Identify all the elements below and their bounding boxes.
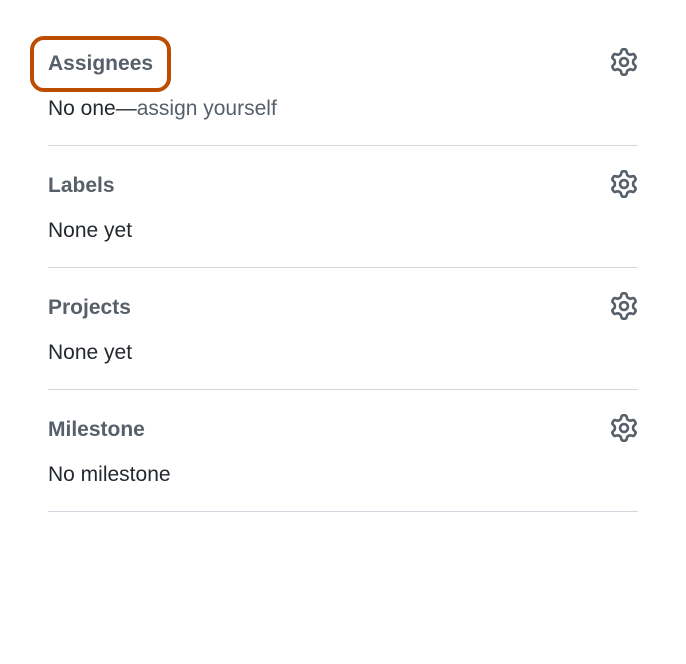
assignees-empty-prefix: No one— xyxy=(48,97,137,120)
labels-section: Labels None yet xyxy=(48,146,638,268)
gear-icon xyxy=(610,414,638,445)
gear-icon xyxy=(610,292,638,323)
milestone-section: Milestone No milestone xyxy=(48,390,638,512)
projects-body: None yet xyxy=(48,341,638,365)
assignees-gear-button[interactable] xyxy=(610,48,638,79)
projects-gear-button[interactable] xyxy=(610,292,638,323)
milestone-header: Milestone xyxy=(48,414,638,445)
labels-header: Labels xyxy=(48,170,638,201)
milestone-gear-button[interactable] xyxy=(610,414,638,445)
labels-gear-button[interactable] xyxy=(610,170,638,201)
assignees-section: Assignees No one—assign yourself xyxy=(48,40,638,146)
milestone-body: No milestone xyxy=(48,463,638,487)
projects-title: Projects xyxy=(48,296,131,320)
gear-icon xyxy=(610,48,638,79)
labels-title: Labels xyxy=(48,174,115,198)
assignees-title: Assignees xyxy=(34,40,167,88)
projects-header: Projects xyxy=(48,292,638,323)
gear-icon xyxy=(610,170,638,201)
assign-yourself-link[interactable]: assign yourself xyxy=(137,97,277,120)
assignees-body: No one—assign yourself xyxy=(48,97,638,121)
projects-section: Projects None yet xyxy=(48,268,638,390)
milestone-title: Milestone xyxy=(48,418,145,442)
assignees-header: Assignees xyxy=(48,48,638,79)
labels-body: None yet xyxy=(48,219,638,243)
